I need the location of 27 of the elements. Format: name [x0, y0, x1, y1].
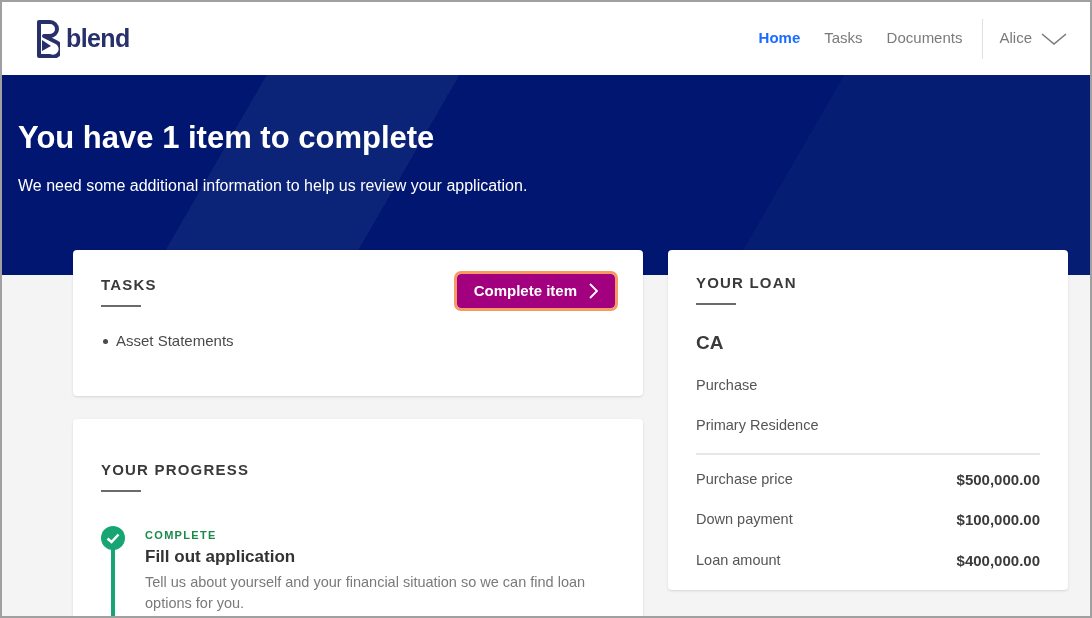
task-item: Asset Statements — [103, 330, 615, 353]
hero-title: You have 1 item to complete — [18, 119, 436, 157]
user-menu[interactable]: Alice — [999, 27, 1068, 50]
amount-value: $100,000.00 — [956, 510, 1040, 530]
chevron-down-icon — [1040, 31, 1068, 46]
nav-link[interactable]: Tasks — [812, 27, 875, 50]
section-title: YOUR LOAN — [696, 273, 797, 293]
section-title: TASKS — [101, 275, 157, 295]
complete-item-button[interactable]: Complete item — [456, 274, 615, 308]
loan-detail: Purchase — [696, 376, 759, 395]
logo-wordmark: blend — [66, 22, 130, 54]
chevron-right-icon — [589, 283, 598, 299]
hero-subtitle: We need some additional information to help us review your application. — [18, 175, 529, 196]
step-description: Tell us about yourself and your financial situation so we can find loan options for you. — [145, 572, 587, 613]
section-title: YOUR PROGRESS — [101, 460, 250, 480]
nav-link[interactable]: Documents — [874, 27, 975, 50]
amount-label: Loan amount — [696, 550, 781, 570]
amount-value: $400,000.00 — [956, 550, 1040, 571]
amount-value: $500,000.00 — [956, 469, 1040, 490]
loan-detail: Primary Residence — [696, 415, 820, 435]
loan-state: CA — [696, 330, 725, 355]
amount-label: Down payment — [696, 510, 793, 529]
step-status: COMPLETE — [145, 527, 218, 542]
nav-link[interactable]: Home — [746, 27, 813, 50]
amount-label: Purchase price — [696, 469, 793, 489]
logo-icon — [36, 19, 60, 58]
step-title: Fill out application — [145, 545, 297, 568]
